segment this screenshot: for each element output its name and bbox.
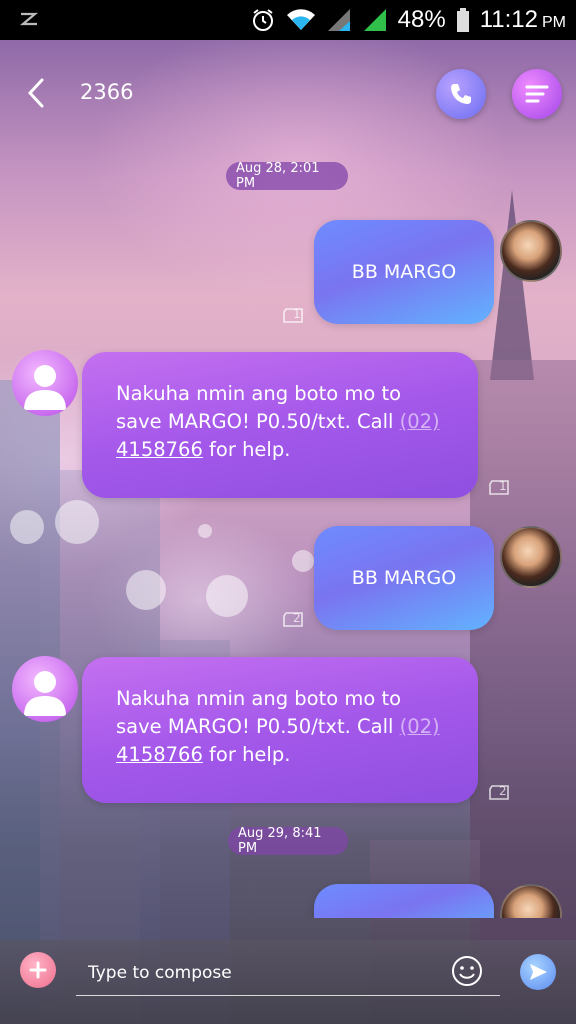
message-text: for help.: [202, 438, 291, 461]
sim-delivery-marker: 1: [488, 478, 512, 499]
sim-delivery-marker: 1: [282, 306, 306, 327]
date-separator: Aug 28, 2:01 PM: [226, 161, 348, 191]
sim-number: 1: [499, 479, 507, 493]
alarm-icon: [250, 7, 276, 33]
bokeh-light: [10, 510, 44, 544]
menu-button[interactable]: [512, 69, 562, 119]
attach-button[interactable]: [20, 952, 56, 988]
message-text: for help.: [202, 743, 291, 766]
avatar: [500, 220, 562, 282]
received-message-bubble[interactable]: Nakuha nmin ang boto mo to save MARGO! P…: [82, 657, 478, 803]
sent-message-bubble[interactable]: BB MARGO: [314, 526, 494, 630]
message-text: Nakuha nmin ang boto mo to save MARGO! P…: [116, 382, 402, 433]
message-list-clip: [0, 870, 576, 918]
back-button[interactable]: [22, 76, 52, 110]
plus-icon: [29, 961, 47, 979]
clock-ampm: PM: [542, 14, 566, 31]
person-icon: [24, 365, 66, 410]
wifi-icon: [286, 8, 316, 32]
sent-message-bubble[interactable]: BB MARGO: [314, 220, 494, 324]
signal-icon: [326, 7, 352, 33]
send-button[interactable]: [520, 954, 556, 990]
building: [470, 360, 576, 1024]
smiley-icon: [452, 956, 482, 986]
sim-delivery-marker: 2: [282, 610, 306, 631]
sim-delivery-marker: 2: [488, 783, 512, 804]
person-icon: [24, 671, 66, 716]
date-separator: Aug 29, 8:41 PM: [228, 826, 348, 856]
send-arrow-icon: [530, 964, 547, 980]
bokeh-light: [292, 550, 314, 572]
avatar: [500, 526, 562, 588]
contact-title: 2366: [80, 80, 134, 104]
sent-message-bubble[interactable]: [314, 884, 494, 918]
phone-link[interactable]: (02): [400, 715, 440, 738]
avatar: [500, 884, 562, 918]
received-message-bubble[interactable]: Nakuha nmin ang boto mo to save MARGO! P…: [82, 352, 478, 498]
message-text: Nakuha nmin ang boto mo to save MARGO! P…: [116, 687, 402, 738]
phone-link[interactable]: 4158766: [116, 743, 203, 766]
sim-number: 1: [293, 307, 301, 321]
battery-percent: 48%: [397, 6, 446, 33]
chevron-left-icon: [27, 78, 44, 108]
bokeh-light: [55, 500, 99, 544]
status-bar: 48% 11:12 PM: [0, 0, 576, 40]
battery-icon: [456, 7, 470, 33]
church-spire: [490, 190, 534, 380]
bokeh-light: [198, 524, 212, 538]
call-button[interactable]: [436, 69, 486, 119]
phone-icon: [451, 84, 471, 104]
menu-lines-icon: [525, 85, 549, 103]
phone-link[interactable]: 4158766: [116, 438, 203, 461]
signal-icon: [362, 7, 388, 33]
phone-link[interactable]: (02): [400, 410, 440, 433]
z-notification-icon: [18, 8, 40, 32]
sim-number: 2: [293, 611, 301, 625]
bokeh-light: [126, 570, 166, 610]
compose-input[interactable]: [76, 950, 500, 996]
bokeh-light: [206, 575, 248, 617]
avatar: [12, 656, 78, 722]
clock-time: 11:12: [479, 6, 538, 33]
avatar: [12, 350, 78, 416]
emoji-button[interactable]: [450, 954, 484, 988]
sim-number: 2: [499, 784, 507, 798]
